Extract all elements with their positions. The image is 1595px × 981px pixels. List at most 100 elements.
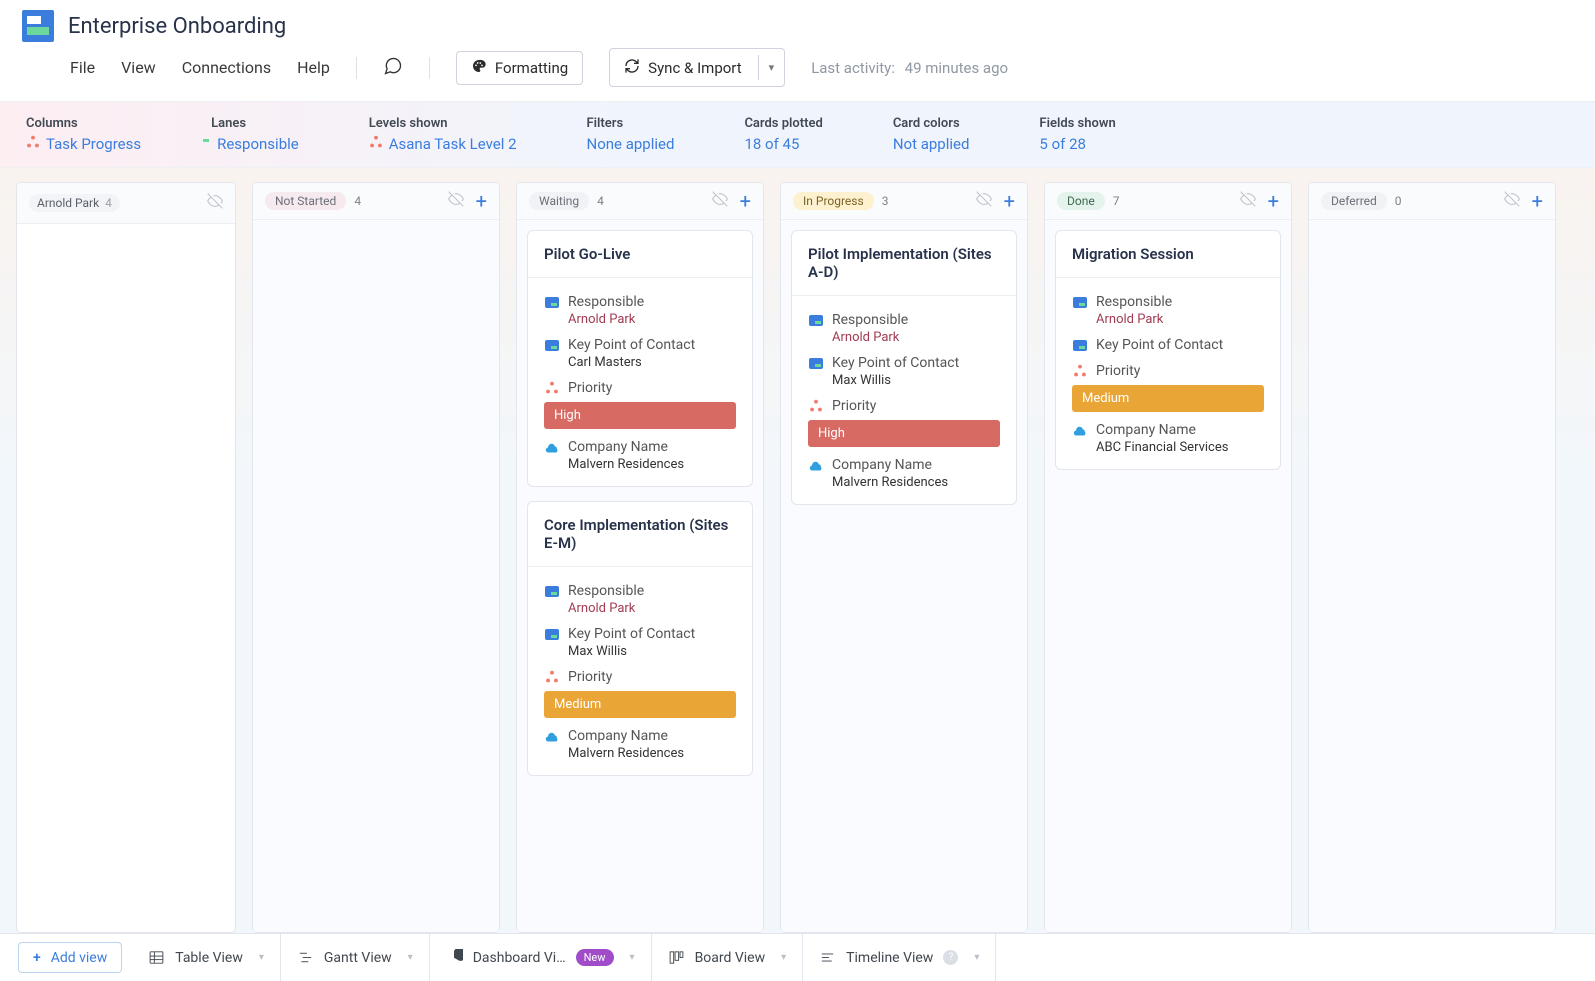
field-label: Responsible — [832, 312, 908, 328]
column-not-started: Not Started 4 + — [252, 182, 500, 933]
filter-levels-value[interactable]: Asana Task Level 2 — [369, 135, 517, 153]
cloud-icon — [1072, 422, 1088, 438]
plus-icon: + — [33, 950, 41, 966]
filter-fieldsshown-label: Fields shown — [1039, 116, 1115, 131]
column-body[interactable]: Pilot Implementation (Sites A-D) Respons… — [781, 220, 1027, 932]
card-title: Core Implementation (Sites E-M) — [528, 502, 752, 567]
app-logo[interactable] — [22, 10, 54, 42]
add-card-button[interactable]: + — [1268, 191, 1279, 211]
field-label: Key Point of Contact — [568, 337, 695, 353]
visibility-toggle-icon[interactable] — [1504, 191, 1520, 211]
menu-file[interactable]: File — [70, 58, 95, 77]
tab-dashboard-view[interactable]: Dashboard Vi… New ▾ — [430, 934, 652, 981]
filter-cardcolors-label: Card colors — [893, 116, 970, 131]
card-title: Migration Session — [1056, 231, 1280, 278]
filter-cardcolors-value[interactable]: Not applied — [893, 135, 970, 153]
lane-icon — [545, 629, 559, 640]
chevron-down-icon[interactable]: ▾ — [974, 952, 979, 963]
visibility-toggle-icon[interactable] — [712, 191, 728, 211]
add-card-button[interactable]: + — [1532, 191, 1543, 211]
field-label: Company Name — [1096, 422, 1196, 438]
visibility-toggle-icon[interactable] — [976, 191, 992, 211]
field-value: Carl Masters — [568, 355, 736, 370]
divider — [429, 57, 430, 79]
lane-icon — [545, 297, 559, 308]
filter-lanes-value[interactable]: Responsible — [211, 135, 299, 153]
add-card-button[interactable]: + — [740, 191, 751, 211]
field-label: Company Name — [568, 728, 668, 744]
filter-filters-value[interactable]: None applied — [587, 135, 675, 153]
chevron-down-icon[interactable]: ▾ — [408, 952, 413, 963]
field-value: Max Willis — [832, 373, 1000, 388]
kanban-card[interactable]: Migration Session Responsible Arnold Par… — [1055, 230, 1281, 470]
filter-cardsplotted-value[interactable]: 18 of 45 — [744, 135, 822, 153]
chevron-down-icon[interactable]: ▾ — [781, 952, 786, 963]
column-title[interactable]: Not Started — [265, 192, 346, 210]
comments-icon[interactable] — [383, 56, 403, 80]
tab-gantt-view[interactable]: Gantt View▾ — [281, 934, 430, 981]
column-title[interactable]: In Progress — [793, 192, 874, 210]
menu-view[interactable]: View — [121, 58, 156, 77]
column-body[interactable]: Migration Session Responsible Arnold Par… — [1045, 220, 1291, 932]
formatting-label: Formatting — [495, 59, 568, 77]
kanban-card[interactable]: Pilot Go-Live Responsible Arnold Park Ke… — [527, 230, 753, 487]
visibility-toggle-icon[interactable] — [448, 191, 464, 211]
field-label: Priority — [568, 380, 612, 396]
filter-columns-value[interactable]: Task Progress — [26, 135, 141, 153]
palette-icon — [471, 58, 487, 78]
chevron-down-icon[interactable]: ▾ — [259, 952, 264, 963]
lane-panel: Arnold Park 4 — [16, 182, 236, 933]
column-title[interactable]: Deferred — [1321, 192, 1387, 210]
column-title[interactable]: Done — [1057, 192, 1105, 210]
column-count: 4 — [597, 194, 604, 208]
tab-board-view[interactable]: Board View▾ — [652, 934, 804, 981]
gantt-icon — [297, 949, 314, 966]
tab-table-view[interactable]: Table View▾ — [132, 934, 281, 981]
menu-connections[interactable]: Connections — [182, 58, 271, 77]
kanban-card[interactable]: Core Implementation (Sites E-M) Responsi… — [527, 501, 753, 776]
field-label: Responsible — [568, 583, 644, 599]
column-title[interactable]: Waiting — [529, 192, 589, 210]
add-card-button[interactable]: + — [476, 191, 487, 211]
card-title: Pilot Go-Live — [528, 231, 752, 278]
field-value: ABC Financial Services — [1096, 440, 1264, 455]
last-activity: Last activity: 49 minutes ago — [811, 59, 1008, 77]
menu-help[interactable]: Help — [297, 58, 330, 77]
add-card-button[interactable]: + — [1004, 191, 1015, 211]
priority-chip: High — [808, 420, 1000, 447]
column-body[interactable] — [1309, 220, 1555, 932]
lane-person-name[interactable]: Arnold Park 4 — [29, 194, 120, 212]
visibility-toggle-icon[interactable] — [1240, 191, 1256, 211]
card-title: Pilot Implementation (Sites A-D) — [792, 231, 1016, 296]
nodes-icon — [544, 669, 560, 685]
column-body[interactable] — [253, 220, 499, 932]
sync-import-button[interactable]: Sync & Import ▾ — [609, 48, 785, 87]
piechart-icon — [446, 949, 463, 966]
sync-icon — [624, 58, 640, 78]
column-done: Done 7 + Migration Session Responsible A… — [1044, 182, 1292, 933]
field-label: Key Point of Contact — [832, 355, 959, 371]
tab-timeline-view[interactable]: Timeline View ? ▾ — [803, 934, 996, 981]
filter-fieldsshown-value[interactable]: 5 of 28 — [1039, 135, 1115, 153]
field-label: Key Point of Contact — [568, 626, 695, 642]
filter-lanes-label: Lanes — [211, 116, 299, 131]
priority-chip: Medium — [1072, 385, 1264, 412]
visibility-toggle-icon[interactable] — [207, 193, 223, 213]
new-badge: New — [576, 949, 614, 966]
column-in-progress: In Progress 3 + Pilot Implementation (Si… — [780, 182, 1028, 933]
formatting-button[interactable]: Formatting — [456, 51, 583, 85]
sync-import-dropdown[interactable]: ▾ — [758, 55, 785, 80]
lane-icon — [1073, 297, 1087, 308]
column-body[interactable]: Pilot Go-Live Responsible Arnold Park Ke… — [517, 220, 763, 932]
field-label: Priority — [568, 669, 612, 685]
chevron-down-icon[interactable]: ▾ — [630, 952, 635, 963]
kanban-card[interactable]: Pilot Implementation (Sites A-D) Respons… — [791, 230, 1017, 505]
add-view-button[interactable]: + Add view — [18, 942, 122, 973]
field-value: Malvern Residences — [832, 475, 1000, 490]
field-value: Max Willis — [568, 644, 736, 659]
help-icon[interactable]: ? — [943, 950, 958, 965]
column-deferred: Deferred 0 + — [1308, 182, 1556, 933]
lane-icon — [545, 340, 559, 351]
field-label: Responsible — [1096, 294, 1172, 310]
cloud-icon — [544, 439, 560, 455]
